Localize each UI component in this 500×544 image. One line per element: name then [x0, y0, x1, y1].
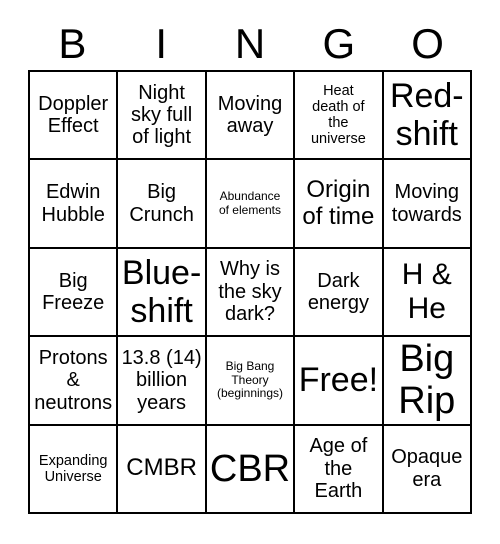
- bingo-cell[interactable]: Doppler Effect: [30, 72, 119, 161]
- bingo-cell-label: Protons & neutrons: [34, 346, 113, 414]
- bingo-cell[interactable]: Opaque era: [383, 425, 472, 514]
- bingo-header: B I N G O: [28, 18, 472, 70]
- header-letter-b: B: [58, 20, 87, 67]
- bingo-cell-label: Doppler Effect: [38, 92, 109, 138]
- bingo-cell-label: 13.8 (14) billion years: [121, 346, 202, 414]
- bingo-cell-label: Opaque era: [391, 446, 463, 491]
- header-letter-n: N: [234, 20, 266, 67]
- bingo-cell-label: Why is the sky dark?: [218, 258, 282, 326]
- bingo-cell[interactable]: Big Bang Theory (beginnings): [206, 337, 296, 426]
- bingo-cell-label: Blue- shift: [121, 253, 202, 330]
- bingo-cell-label: Edwin Hubble: [41, 181, 105, 226]
- bingo-cell-label: Big Crunch: [129, 181, 194, 226]
- bingo-cell-label: Night sky full of light: [131, 81, 193, 149]
- bingo-card: B I N G O Doppler Effect Night sky full …: [0, 0, 500, 544]
- bingo-cell-label: Abundance of elements: [218, 189, 282, 217]
- bingo-grid: Doppler Effect Night sky full of light M…: [28, 70, 472, 514]
- bingo-cell[interactable]: 13.8 (14) billion years: [118, 337, 207, 426]
- bingo-cell-label: Free!: [298, 361, 379, 400]
- bingo-cell[interactable]: Red- shift: [383, 72, 472, 161]
- bingo-cell[interactable]: CBR: [206, 425, 296, 514]
- bingo-cell[interactable]: Dark energy: [295, 248, 384, 338]
- bingo-cell[interactable]: Heat death of the universe: [295, 72, 384, 161]
- bingo-cell-label: Age of the Earth: [309, 435, 368, 502]
- bingo-cell[interactable]: Moving towards: [383, 160, 472, 249]
- bingo-cell-label: CBR: [209, 447, 291, 490]
- bingo-cell-label: Moving away: [217, 92, 283, 138]
- bingo-cell-label: Big Freeze: [42, 269, 105, 314]
- bingo-cell[interactable]: Blue- shift: [118, 248, 207, 338]
- bingo-cell-label: Red- shift: [389, 77, 464, 154]
- bingo-cell[interactable]: Protons & neutrons: [30, 337, 119, 426]
- bingo-cell-label: Heat death of the universe: [310, 82, 366, 148]
- bingo-cell[interactable]: Big Crunch: [118, 160, 207, 249]
- bingo-cell[interactable]: Edwin Hubble: [30, 160, 119, 249]
- bingo-cell-label: Big Bang Theory (beginnings): [216, 359, 284, 401]
- bingo-cell[interactable]: Abundance of elements: [206, 160, 296, 249]
- bingo-cell[interactable]: Night sky full of light: [118, 72, 207, 161]
- header-letter-o: O: [411, 20, 444, 67]
- bingo-cell-label: CMBR: [126, 454, 197, 482]
- bingo-cell[interactable]: CMBR: [118, 425, 207, 514]
- bingo-cell[interactable]: Why is the sky dark?: [206, 248, 296, 338]
- header-letter-i: I: [155, 20, 168, 67]
- bingo-cell[interactable]: Expanding Universe: [30, 425, 119, 514]
- bingo-cell-label: Dark energy: [307, 269, 369, 314]
- bingo-cell-label: Big Rip: [398, 337, 456, 423]
- bingo-cell-label: Moving towards: [391, 181, 462, 226]
- bingo-cell-label: Expanding Universe: [38, 452, 108, 485]
- bingo-cell[interactable]: Big Rip: [383, 337, 472, 426]
- bingo-cell-label: Origin of time: [302, 175, 375, 230]
- header-letter-g: G: [322, 20, 356, 67]
- bingo-cell-label: H & He: [401, 258, 452, 325]
- bingo-cell[interactable]: H & He: [383, 248, 472, 338]
- bingo-cell[interactable]: Moving away: [206, 72, 296, 161]
- bingo-cell[interactable]: Big Freeze: [30, 248, 119, 338]
- bingo-cell-free-space[interactable]: Free!: [295, 337, 384, 426]
- bingo-cell[interactable]: Age of the Earth: [295, 425, 384, 514]
- bingo-cell[interactable]: Origin of time: [295, 160, 384, 249]
